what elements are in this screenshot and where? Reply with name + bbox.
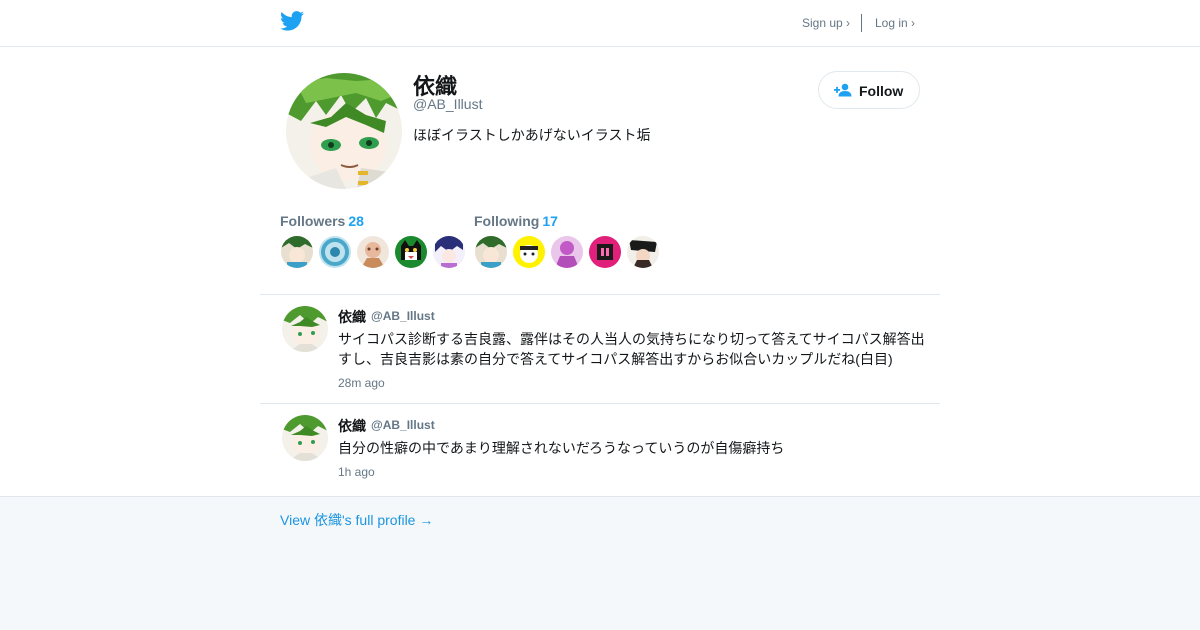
- tweet-author-handle[interactable]: @AB_Illust: [371, 309, 435, 323]
- follower-avatar[interactable]: [319, 236, 351, 268]
- followers-count: 28: [348, 213, 364, 229]
- tweet-text: 自分の性癖の中であまり理解されないだろうなっていうのが自傷癖持ち: [338, 440, 785, 456]
- followers-stat[interactable]: Followers 28: [280, 213, 364, 229]
- following-label: Following: [474, 213, 540, 229]
- tweet-timestamp[interactable]: 1h ago: [338, 465, 375, 479]
- following-stat[interactable]: Following 17: [474, 213, 558, 229]
- tweet-author-handle[interactable]: @AB_Illust: [371, 418, 435, 432]
- tweet-author-name[interactable]: 依織: [338, 416, 366, 436]
- profile-card: 依織 @AB_Illust ほぼイラストしかあげないイラスト垢 Follow F…: [0, 47, 1200, 497]
- followers-label: Followers: [280, 213, 346, 229]
- tweet-avatar[interactable]: [282, 415, 328, 461]
- timeline-divider: [260, 403, 940, 404]
- following-avatar[interactable]: [551, 236, 583, 268]
- tweet-text: サイコパス診断する吉良露、露伴はその人当人の気持ちになり切って答えてサイコパス解…: [338, 331, 925, 367]
- following-avatar[interactable]: [627, 236, 659, 268]
- sign-up-link[interactable]: Sign up ›: [802, 16, 850, 30]
- follower-avatar[interactable]: [395, 236, 427, 268]
- follower-avatar[interactable]: [357, 236, 389, 268]
- timeline-divider: [260, 294, 940, 295]
- following-avatar[interactable]: [513, 236, 545, 268]
- follow-button-label: Follow: [859, 83, 904, 99]
- add-user-icon: [834, 83, 852, 97]
- tweet-author-name[interactable]: 依織: [338, 307, 366, 327]
- follow-button[interactable]: Follow: [818, 71, 920, 109]
- twitter-bird-icon[interactable]: [280, 11, 304, 31]
- nav-divider: [861, 14, 862, 32]
- view-full-profile-link[interactable]: View 依織's full profile →: [280, 510, 433, 530]
- profile-handle: @AB_Illust: [413, 96, 483, 112]
- log-in-link[interactable]: Log in ›: [875, 16, 915, 30]
- follower-avatar[interactable]: [433, 236, 465, 268]
- following-avatar[interactable]: [589, 236, 621, 268]
- following-avatar[interactable]: [475, 236, 507, 268]
- profile-avatar[interactable]: [284, 71, 404, 191]
- top-navigation-bar: Sign up › Log in ›: [0, 0, 1200, 47]
- profile-bio: ほぼイラストしかあげないイラスト垢: [413, 127, 651, 143]
- tweet-avatar[interactable]: [282, 306, 328, 352]
- following-count: 17: [542, 213, 558, 229]
- tweet-timestamp[interactable]: 28m ago: [338, 376, 385, 390]
- follower-avatar[interactable]: [281, 236, 313, 268]
